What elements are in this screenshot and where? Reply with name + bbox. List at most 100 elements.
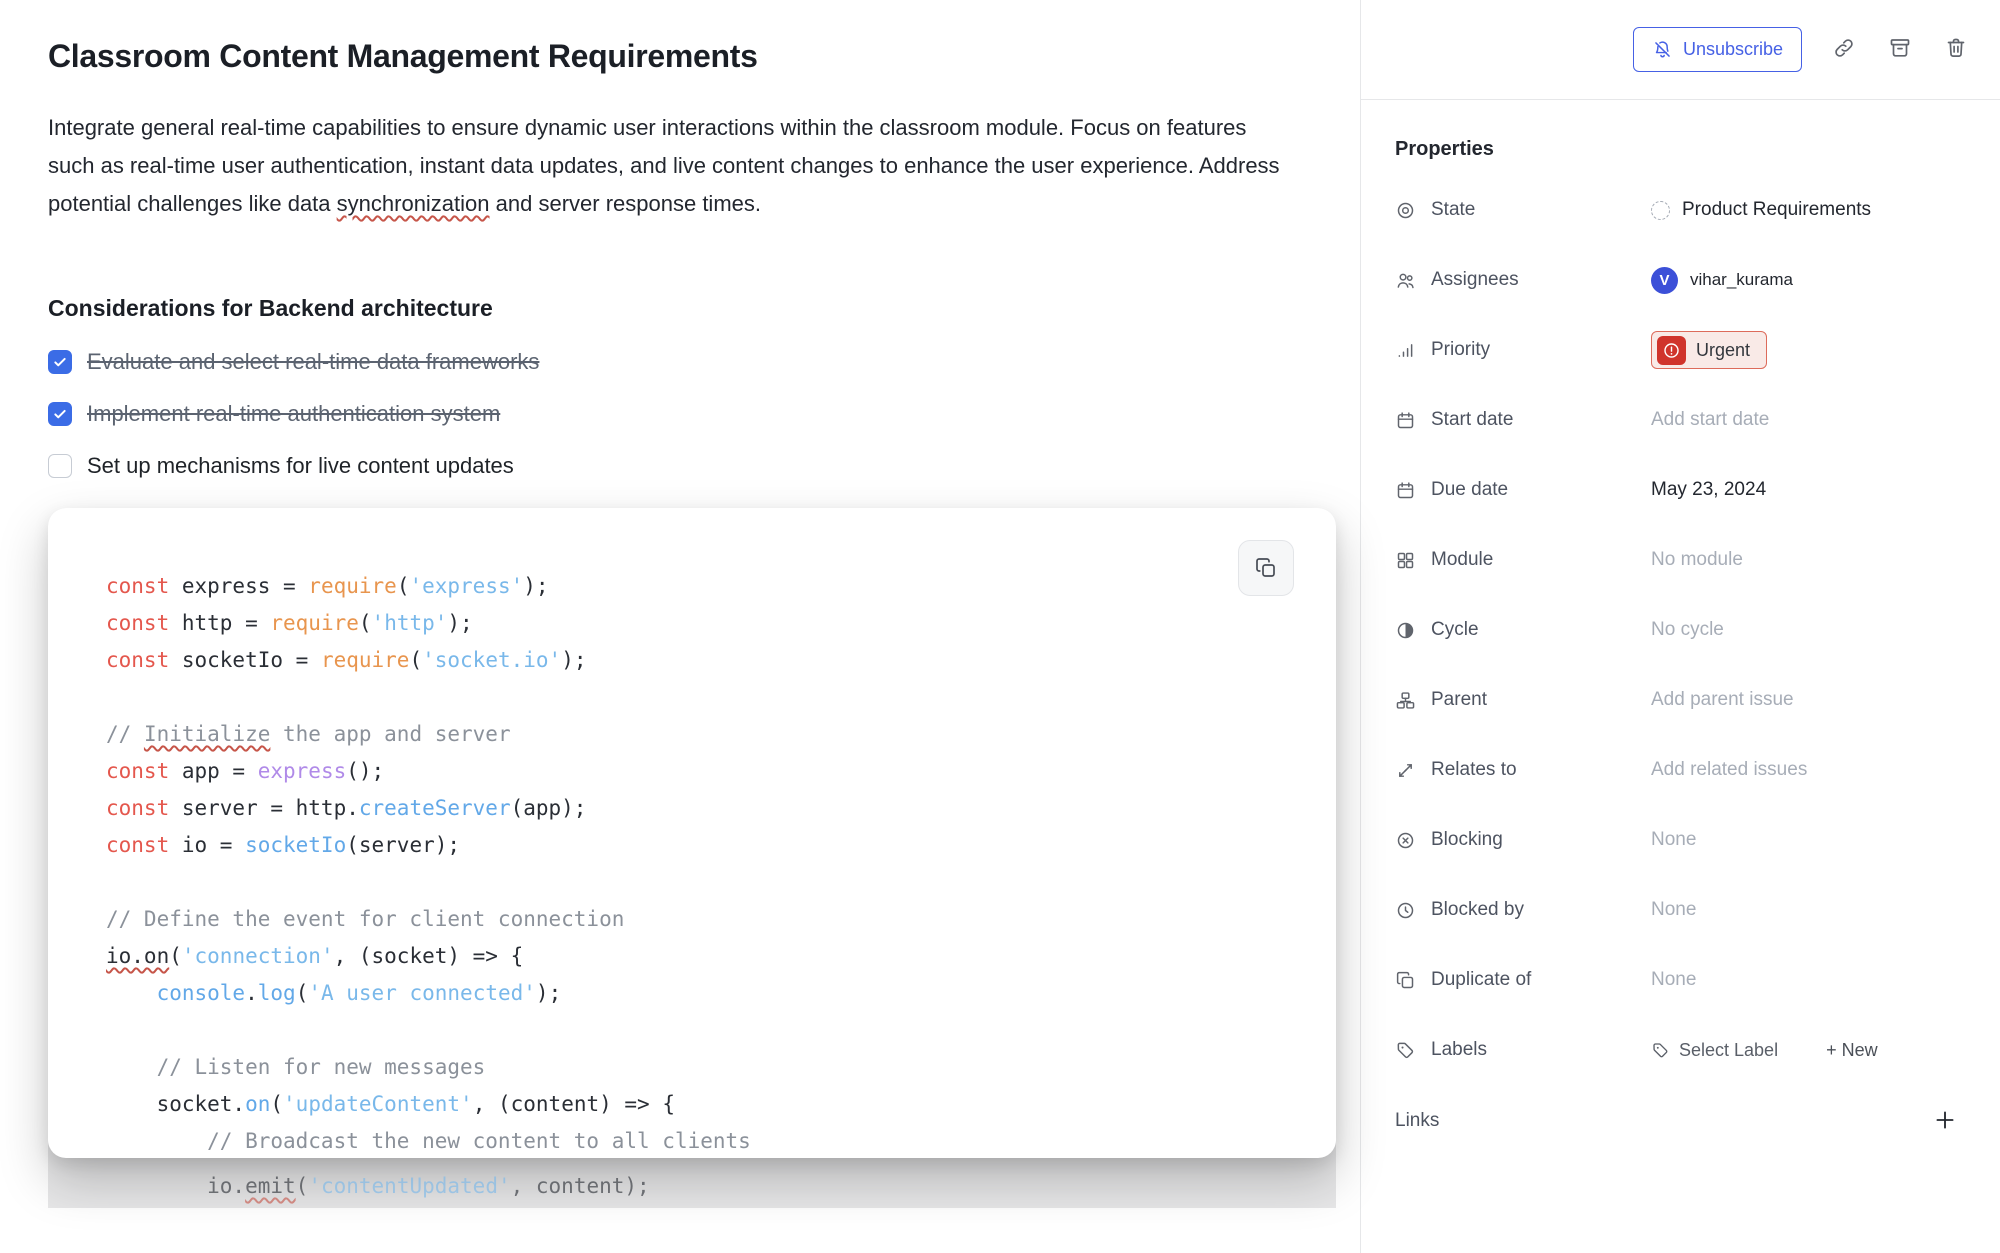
section-heading: Considerations for Backend architecture — [48, 295, 1290, 322]
parent-value-text: Add parent issue — [1651, 689, 1794, 711]
copy-link-button[interactable] — [1830, 36, 1858, 64]
duplicate-of-value[interactable]: None — [1651, 969, 1960, 991]
parent-value[interactable]: Add parent issue — [1651, 689, 1960, 711]
add-label-button[interactable]: + New — [1826, 1040, 1878, 1061]
assignees-icon — [1395, 270, 1416, 291]
relates-to-value[interactable]: Add related issues — [1651, 759, 1960, 781]
properties-rows: StateProduct Requirements Assignees Vvihar… — [1395, 175, 1960, 1085]
property-row-assignees: Assignees Vvihar_kurama — [1395, 245, 1960, 315]
property-label-text: Module — [1431, 549, 1493, 571]
property-row-state: StateProduct Requirements — [1395, 175, 1960, 245]
property-label-priority: Priority — [1395, 339, 1651, 361]
blocking-value[interactable]: None — [1651, 829, 1960, 851]
property-label-blocking: Blocking — [1395, 829, 1651, 851]
property-label-assignees: Assignees — [1395, 269, 1651, 291]
property-row-cycle: Cycle No cycle — [1395, 595, 1960, 665]
unsubscribe-button[interactable]: Unsubscribe — [1633, 27, 1802, 72]
code-line — [106, 1012, 1336, 1049]
priority-icon — [1395, 340, 1416, 361]
property-label-text: Duplicate of — [1431, 969, 1531, 991]
duplicate-of-icon — [1395, 970, 1416, 991]
relates-to-value-text: Add related issues — [1651, 759, 1807, 781]
module-value-text: No module — [1651, 549, 1743, 571]
link-icon — [1832, 36, 1856, 60]
blocked-by-value[interactable]: None — [1651, 899, 1960, 921]
add-link-button[interactable] — [1930, 1106, 1960, 1136]
property-label-text: Assignees — [1431, 269, 1519, 291]
cycle-value[interactable]: No cycle — [1651, 619, 1960, 641]
issue-content-pane: Classroom Content Management Requirement… — [0, 0, 1360, 1253]
checklist-item-label: Set up mechanisms for live content updat… — [87, 453, 514, 479]
checkbox[interactable] — [48, 350, 72, 374]
code-line: io.emit('contentUpdated', content); — [106, 1168, 1336, 1205]
due-date-value[interactable]: May 23, 2024 — [1651, 479, 1960, 501]
start-date-value-text: Add start date — [1651, 409, 1769, 431]
archive-icon — [1888, 36, 1912, 60]
priority-text: Urgent — [1696, 340, 1750, 361]
code-line — [106, 864, 1336, 901]
cycle-icon — [1395, 620, 1416, 641]
duplicate-of-value-text: None — [1651, 969, 1696, 991]
checkbox[interactable] — [48, 454, 72, 478]
state-value[interactable]: Product Requirements — [1651, 199, 1960, 221]
trash-icon — [1944, 36, 1968, 60]
copy-code-button[interactable] — [1238, 540, 1294, 596]
blocking-icon — [1395, 830, 1416, 851]
property-label-duplicate-of: Duplicate of — [1395, 969, 1651, 991]
property-label-text: Blocked by — [1431, 899, 1524, 921]
property-label-text: Parent — [1431, 689, 1487, 711]
code-line: const express = require('express'); — [106, 568, 1336, 605]
assignee-value[interactable]: Vvihar_kurama — [1651, 267, 1960, 294]
code-line: const socketIo = require('socket.io'); — [106, 642, 1336, 679]
code-line: const app = express(); — [106, 753, 1336, 790]
checklist-item-label: Evaluate and select real-time data frame… — [87, 349, 539, 375]
labels-icon — [1651, 1041, 1670, 1060]
page-title: Classroom Content Management Requirement… — [48, 38, 1290, 75]
module-value[interactable]: No module — [1651, 549, 1960, 571]
property-label-text: Labels — [1431, 1039, 1487, 1061]
state-dashed-circle-icon — [1651, 201, 1670, 220]
code-line — [106, 679, 1336, 716]
bell-off-icon — [1652, 39, 1673, 60]
property-label-text: Priority — [1431, 339, 1490, 361]
property-label-text: Due date — [1431, 479, 1508, 501]
cycle-value-text: No cycle — [1651, 619, 1724, 641]
priority-value[interactable]: Urgent — [1651, 331, 1960, 369]
select-label-button[interactable]: Select Label — [1651, 1040, 1778, 1061]
code-overflow-lines: io.emit('contentUpdated', content); — [48, 1168, 1336, 1205]
issue-sidebar: Unsubscribe Properties StateProduct Requ… — [1360, 0, 2000, 1253]
state-icon — [1395, 200, 1416, 221]
archive-button[interactable] — [1886, 36, 1914, 64]
checklist-item: Set up mechanisms for live content updat… — [48, 440, 1290, 492]
blocking-value-text: None — [1651, 829, 1696, 851]
delete-button[interactable] — [1942, 36, 1970, 64]
description-paragraph: Integrate general real-time capabilities… — [48, 109, 1288, 223]
parent-icon — [1395, 690, 1416, 711]
code-line: const server = http.createServer(app); — [106, 790, 1336, 827]
due-date-icon — [1395, 480, 1416, 501]
bell-off-icon — [1652, 39, 1673, 60]
property-row-relates-to: Relates toAdd related issues — [1395, 735, 1960, 805]
code-line: const io = socketIo(server); — [106, 827, 1336, 864]
code-line: io.on('connection', (socket) => { — [106, 938, 1336, 975]
property-label-due-date: Due date — [1395, 479, 1651, 501]
start-date-value[interactable]: Add start date — [1651, 409, 1960, 431]
property-row-priority: Priority Urgent — [1395, 315, 1960, 385]
property-label-blocked-by: Blocked by — [1395, 899, 1651, 921]
properties-heading: Properties — [1395, 136, 1960, 162]
code-lines: const express = require('express'); const… — [48, 508, 1336, 1158]
code-line: // Define the event for client connectio… — [106, 901, 1336, 938]
property-row-duplicate-of: Duplicate of None — [1395, 945, 1960, 1015]
relates-to-icon — [1395, 760, 1416, 781]
property-label-text: Cycle — [1431, 619, 1479, 641]
header-actions: Unsubscribe — [1361, 0, 2000, 100]
state-value-text: Product Requirements — [1682, 199, 1871, 221]
checkbox[interactable] — [48, 402, 72, 426]
checklist-item-label: Implement real-time authentication syste… — [87, 401, 500, 427]
check-icon — [52, 406, 68, 422]
property-label-parent: Parent — [1395, 689, 1651, 711]
check-icon — [52, 354, 68, 370]
start-date-icon — [1395, 410, 1416, 431]
links-heading: Links — [1395, 1110, 1439, 1132]
property-label-text: Start date — [1431, 409, 1513, 431]
